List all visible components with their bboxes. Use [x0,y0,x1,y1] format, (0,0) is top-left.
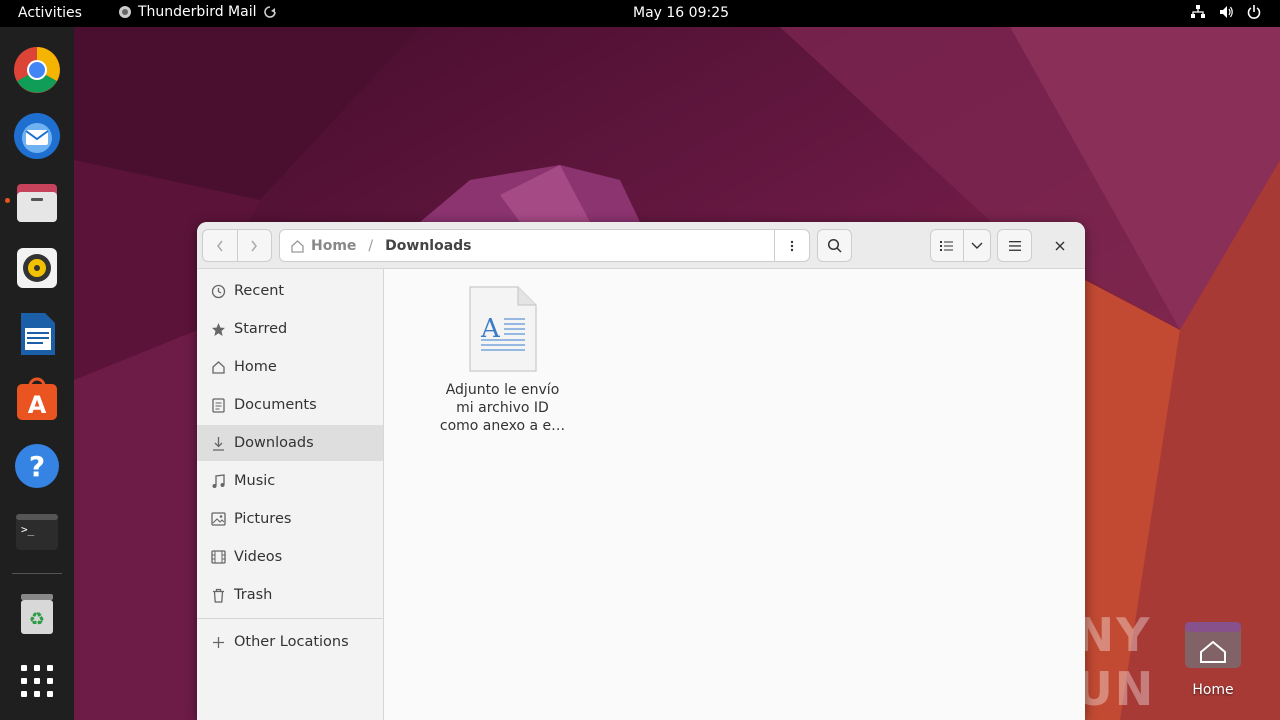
sidebar-item-label: Downloads [234,435,314,451]
picture-icon [209,512,227,526]
app-name: Thunderbird Mail [138,4,257,20]
activities-button[interactable]: Activities [18,5,82,21]
sidebar-item-videos[interactable]: Videos [197,539,383,575]
sidebar-item-label: Recent [234,283,285,299]
chrome-icon[interactable] [13,46,61,94]
desktop-home-folder[interactable]: Home [1183,618,1243,698]
sidebar-item-label: Pictures [234,511,292,527]
main-menu-button[interactable] [997,229,1032,262]
svg-text:♻: ♻ [29,609,45,630]
path-menu-button[interactable] [774,230,809,261]
list-view-button[interactable] [931,230,963,261]
video-icon [209,550,227,564]
file-label: Adjunto le envío mi archivo ID como anex… [425,381,580,435]
sidebar-separator [197,618,383,619]
sidebar-item-label: Starred [234,321,288,337]
path-bar: Home / Downloads [279,229,810,262]
sidebar-item-downloads[interactable]: Downloads [197,425,383,461]
software-icon[interactable]: A [13,376,61,424]
sidebar-item-label: Videos [234,549,283,565]
desktop-home-label: Home [1192,682,1234,698]
thunderbird-small-icon [119,6,131,18]
dock-separator [12,573,62,574]
clock-icon [209,284,227,299]
file-view: A Adjunto le envío mi archivo ID como an… [385,269,1085,720]
system-tray[interactable] [1190,4,1262,20]
svg-text:?: ? [29,450,45,483]
volume-icon [1220,6,1233,18]
dock: A ? >_ ♻ [0,27,74,720]
search-icon [827,238,842,253]
file-label-line: mi archivo ID [456,400,549,416]
chevron-right-icon [251,240,258,251]
sidebar-item-trash[interactable]: Trash [197,577,383,613]
close-icon [1055,241,1065,251]
writer-icon[interactable] [13,310,61,358]
path-current-button[interactable]: Downloads [385,238,471,254]
text-document-icon: A [468,286,537,372]
svg-text:>_: >_ [21,523,35,536]
trash-icon [209,588,227,603]
terminal-icon[interactable]: >_ [13,508,61,556]
trash-icon[interactable]: ♻ [13,590,61,638]
file-item[interactable]: A Adjunto le envío mi archivo ID como an… [425,285,580,435]
clock[interactable]: May 16 09:25 [633,5,729,21]
file-manager-window: Home / Downloads Recent Starred Home Doc… [197,222,1085,720]
document-icon [209,397,227,413]
home-icon [291,239,304,253]
top-bar: Activities Thunderbird Mail May 16 09:25 [0,0,1280,27]
hamburger-icon [1008,240,1021,251]
star-icon [209,322,227,337]
navigation-buttons [202,229,272,262]
path-home-button[interactable]: Home [280,238,356,254]
forward-button[interactable] [236,230,271,261]
header-bar: Home / Downloads [197,222,1085,269]
app-menu[interactable]: Thunderbird Mail [118,4,277,20]
file-label-line: Adjunto le envío [445,382,560,398]
sidebar-item-label: Trash [234,587,273,603]
sidebar-item-music[interactable]: Music [197,463,383,499]
search-button[interactable] [817,229,852,262]
file-label-line: como anexo a e… [439,418,566,434]
sidebar-item-label: Music [234,473,276,489]
vertical-dots-icon [790,240,794,251]
chevron-left-icon [217,240,223,251]
path-separator: / [368,237,374,254]
app-grid-icon[interactable] [13,657,61,705]
power-icon [1247,5,1261,19]
sidebar-item-label: Documents [234,397,317,413]
sidebar-item-other-locations[interactable]: Other Locations [197,624,383,660]
thunderbird-icon[interactable] [13,112,61,160]
sidebar-item-pictures[interactable]: Pictures [197,501,383,537]
sidebar-item-home[interactable]: Home [197,349,383,385]
sidebar-item-label: Other Locations [234,634,349,650]
path-home-label: Home [311,237,357,254]
sidebar-item-recent[interactable]: Recent [197,273,383,309]
sidebar-item-label: Home [234,359,277,375]
download-icon [209,436,227,451]
help-icon[interactable]: ? [13,442,61,490]
back-button[interactable] [203,230,237,261]
home-folder-icon [1185,622,1241,668]
sidebar: Recent Starred Home Documents Downloads … [197,269,384,720]
rhythmbox-icon[interactable] [13,244,61,292]
plus-icon [209,636,227,649]
sidebar-item-documents[interactable]: Documents [197,387,383,423]
running-indicator [5,198,10,203]
list-view-icon [940,240,954,251]
chevron-down-icon [971,242,983,249]
view-options-button[interactable] [963,230,990,261]
loading-spinner-icon [263,6,276,18]
svg-text:A: A [28,391,47,419]
sidebar-item-starred[interactable]: Starred [197,311,383,347]
files-icon[interactable] [13,178,61,226]
close-button[interactable] [1049,235,1071,257]
network-icon [1191,5,1205,18]
view-toggle-group [930,229,991,262]
music-icon [209,473,227,489]
home-icon [209,360,227,374]
